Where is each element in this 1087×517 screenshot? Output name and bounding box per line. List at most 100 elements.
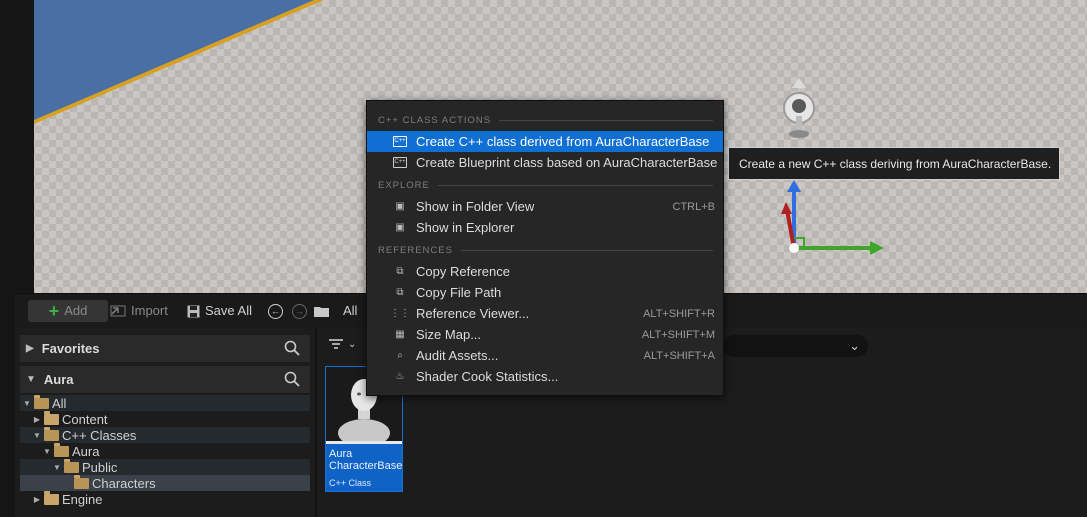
search-icon[interactable]	[284, 371, 300, 387]
menu-item-copy-file-path[interactable]: ⧉ Copy File Path	[367, 282, 723, 303]
search-combo[interactable]: ⌄	[723, 335, 868, 357]
chevron-down-icon: ⌄	[849, 338, 860, 353]
tree-row-label: Characters	[92, 475, 156, 491]
history-back-button[interactable]: ←	[268, 300, 283, 322]
menu-item-label: Shader Cook Statistics...	[416, 369, 559, 384]
menu-item-label: Create Blueprint class based on AuraChar…	[416, 155, 718, 170]
history-forward-button[interactable]: →	[292, 300, 307, 322]
menu-item-shortcut: CTRL+B	[672, 200, 716, 213]
player-start-actor-icon[interactable]	[780, 78, 818, 144]
add-label: Add	[64, 303, 88, 318]
blueprint-class-icon: C++	[393, 157, 407, 169]
tree-row-content[interactable]: ▶ Content	[20, 410, 310, 427]
folder-open-icon	[64, 458, 79, 473]
back-arrow-icon: ←	[268, 303, 283, 319]
expanded-arrow-icon: ▼	[26, 374, 36, 385]
menu-item-label: Show in Explorer	[416, 220, 515, 235]
expanded-arrow-icon: ▼	[53, 462, 61, 472]
copy-reference-icon: ⧉	[396, 266, 404, 277]
sky-plane	[34, 0, 314, 120]
menu-section-header: EXPLORE	[378, 180, 713, 191]
menu-item-shortcut: ALT+SHIFT+A	[643, 349, 715, 362]
tree-row-label: C++ Classes	[62, 427, 137, 443]
menu-item-label: Reference Viewer...	[416, 306, 530, 321]
context-menu: C++ CLASS ACTIONS C++ Create C++ class d…	[366, 100, 724, 396]
tree-row-cpp-classes[interactable]: ▼ C++ Classes	[20, 426, 310, 443]
save-all-label: Save All	[205, 303, 252, 318]
viewport-left-bar	[0, 0, 34, 293]
collapsed-arrow-icon: ▶	[26, 343, 34, 354]
import-icon	[110, 305, 126, 317]
folder-open-icon	[44, 426, 59, 441]
folder-icon	[314, 307, 329, 317]
transform-gizmo[interactable]	[770, 180, 890, 270]
folder-open-icon	[74, 474, 89, 489]
menu-item-create-blueprint-class[interactable]: C++ Create Blueprint class based on Aura…	[367, 152, 723, 173]
collapsed-arrow-icon: ▶	[33, 414, 41, 424]
tree-row-label: Aura	[72, 443, 100, 459]
menu-item-shortcut: ALT+SHIFT+R	[643, 307, 715, 320]
menu-item-label: Show in Folder View	[416, 199, 535, 214]
save-all-button[interactable]: Save All	[187, 300, 252, 322]
asset-name: Aura CharacterBase	[329, 448, 403, 472]
menu-item-show-in-folder-view[interactable]: ▣ Show in Folder View CTRL+B	[367, 196, 723, 217]
plus-icon: +	[48, 301, 60, 321]
path-label: All	[343, 303, 358, 318]
menu-item-label: Size Map...	[416, 327, 482, 342]
tree-row-aura[interactable]: ▼ Aura	[20, 442, 310, 459]
folder-search-icon: ▣	[395, 201, 405, 212]
folder-icon	[44, 410, 59, 425]
folder-open-icon	[54, 442, 69, 457]
tree-row-public[interactable]: ▼ Public	[20, 458, 310, 475]
folder-open-icon	[34, 394, 49, 409]
path-breadcrumb-all[interactable]: All	[314, 300, 357, 322]
favorites-section-header[interactable]: ▶ Favorites	[20, 335, 310, 362]
tooltip: Create a new C++ class deriving from Aur…	[728, 147, 1060, 180]
filter-icon	[329, 339, 343, 349]
explorer-icon: ▣	[395, 222, 405, 233]
expanded-arrow-icon: ▼	[23, 398, 31, 408]
sources-panel: ▶ Favorites ▼ Aura ▼ All ▶ Content ▼ C++…	[20, 334, 310, 517]
expanded-arrow-icon: ▼	[33, 430, 41, 440]
folder-tree: ▼ All ▶ Content ▼ C++ Classes ▼ Aura ▼ P…	[20, 394, 310, 517]
tree-row-characters[interactable]: Characters	[20, 474, 310, 491]
menu-item-create-cpp-class[interactable]: C++ Create C++ class derived from AuraCh…	[367, 131, 723, 152]
menu-item-label: Create C++ class derived from AuraCharac…	[416, 134, 710, 149]
collapsed-arrow-icon: ▶	[33, 494, 41, 504]
expanded-arrow-icon: ▼	[43, 446, 51, 456]
menu-item-shader-cook-statistics[interactable]: ♨ Shader Cook Statistics...	[367, 366, 723, 387]
menu-item-audit-assets[interactable]: ⌕ Audit Assets... ALT+SHIFT+A	[367, 345, 723, 366]
copy-path-icon: ⧉	[396, 287, 404, 298]
menu-item-size-map[interactable]: ▦ Size Map... ALT+SHIFT+M	[367, 324, 723, 345]
project-section-header[interactable]: ▼ Aura	[20, 366, 310, 393]
folder-icon	[44, 490, 59, 505]
search-icon[interactable]	[284, 340, 300, 356]
audit-icon: ⌕	[397, 350, 403, 361]
size-map-icon: ▦	[395, 329, 405, 340]
save-icon	[187, 305, 200, 317]
tree-row-all[interactable]: ▼ All	[20, 394, 310, 411]
project-label: Aura	[43, 372, 74, 387]
favorites-label: Favorites	[41, 341, 100, 356]
tree-row-label: Engine	[62, 491, 103, 507]
menu-item-reference-viewer[interactable]: ⋮⋮ Reference Viewer... ALT+SHIFT+R	[367, 303, 723, 324]
shader-stats-icon: ♨	[395, 371, 405, 382]
menu-item-copy-reference[interactable]: ⧉ Copy Reference	[367, 261, 723, 282]
tree-row-label: Content	[62, 411, 108, 427]
forward-arrow-icon: →	[292, 303, 307, 319]
menu-item-label: Audit Assets...	[416, 348, 499, 363]
tree-row-label: All	[52, 395, 67, 411]
menu-item-shortcut: ALT+SHIFT+M	[641, 328, 715, 341]
menu-item-label: Copy Reference	[416, 264, 510, 279]
panel-splitter[interactable]	[315, 328, 317, 517]
cpp-class-icon: C++	[393, 136, 407, 148]
filter-button[interactable]: ⌄	[328, 334, 356, 354]
chevron-down-icon: ⌄	[348, 338, 357, 350]
add-button[interactable]: + Add	[28, 300, 108, 322]
menu-item-show-in-explorer[interactable]: ▣ Show in Explorer	[367, 217, 723, 238]
asset-info: Aura CharacterBase C++ Class	[326, 444, 402, 491]
tree-row-label: Public	[82, 459, 118, 475]
asset-type: C++ Class	[329, 478, 372, 488]
import-button[interactable]: Import	[110, 300, 168, 322]
tree-row-engine[interactable]: ▶ Engine	[20, 490, 310, 507]
